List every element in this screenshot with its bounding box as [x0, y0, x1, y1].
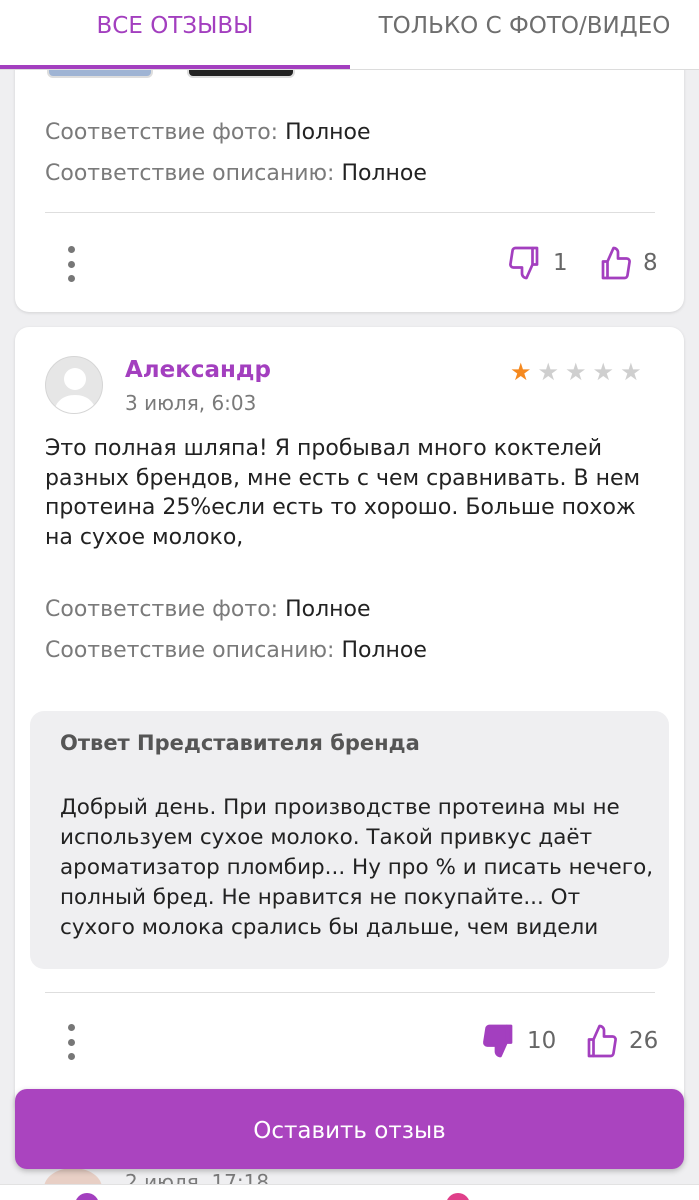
description-match-label: Соответствие описанию: [45, 161, 335, 186]
description-match-value: Полное [341, 638, 427, 663]
photo-match-row: Соответствие фото: Полное [45, 597, 371, 622]
description-match-label: Соответствие описанию: [45, 638, 335, 663]
description-match-row: Соответствие описанию: Полное [45, 161, 427, 186]
active-tab-indicator [0, 65, 350, 69]
photo-match-label: Соответствие фото: [45, 120, 279, 145]
user-placeholder-icon [54, 368, 96, 413]
photo-match-row: Соответствие фото: Полное [45, 120, 371, 145]
review-card: Соответствие фото: Полное Соответствие о… [15, 30, 684, 312]
more-options-icon[interactable] [63, 246, 79, 282]
description-match-value: Полное [341, 161, 427, 186]
more-options-icon[interactable] [63, 1024, 79, 1060]
description-match-row: Соответствие описанию: Полное [45, 638, 427, 663]
home-icon[interactable] [75, 1193, 99, 1200]
favorites-icon[interactable] [446, 1193, 470, 1200]
review-text: Это полная шляпа! Я пробывал много кокте… [45, 436, 641, 550]
tab-photo-video-reviews[interactable]: Только с фото/видео [350, 0, 699, 68]
avatar [45, 356, 103, 414]
like-button[interactable]: 8 [597, 244, 658, 282]
thumbs-up-icon [601, 246, 631, 280]
like-button[interactable]: 26 [583, 1022, 658, 1060]
star-empty-icon: ★ [537, 358, 560, 386]
dislike-button[interactable]: 1 [507, 244, 568, 282]
review-photo-thumbnail[interactable] [187, 70, 295, 78]
like-count: 8 [643, 250, 658, 276]
star-filled-icon: ★ [510, 358, 532, 386]
review-photo-thumbnail[interactable] [47, 70, 153, 78]
brand-reply-text: Добрый день. При производстве протеина м… [60, 795, 654, 940]
dislike-button[interactable]: 10 [481, 1022, 556, 1060]
tab-all-reviews[interactable]: Все отзывы [0, 0, 350, 68]
reviews-tab-bar: Все отзывы Только с фото/видео [0, 0, 699, 70]
photo-match-value: Полное [285, 597, 371, 622]
divider [45, 212, 655, 213]
star-empty-icon: ★ [592, 358, 615, 386]
photo-match-value: Полное [285, 120, 371, 145]
dislike-count: 10 [527, 1028, 557, 1054]
star-empty-icon: ★ [620, 358, 642, 386]
thumbs-up-icon [587, 1024, 617, 1058]
dislike-count: 1 [553, 250, 568, 276]
thumbs-down-icon [509, 246, 539, 280]
star-empty-icon: ★ [565, 358, 587, 386]
rating-stars: ★ ★ ★ ★ ★ [510, 360, 642, 384]
like-count: 26 [629, 1028, 659, 1054]
brand-reply-title: Ответ Представителя бренда [60, 731, 420, 755]
photo-match-label: Соответствие фото: [45, 597, 279, 622]
bottom-navigation-bar [0, 1184, 699, 1200]
thumbs-down-icon [483, 1024, 513, 1058]
divider [45, 992, 655, 993]
review-date: 3 июля, 6:03 [125, 391, 257, 415]
review-author[interactable]: Александр [125, 357, 271, 383]
brand-reply: Ответ Представителя бренда Добрый день. … [30, 711, 669, 969]
leave-review-button[interactable]: Оставить отзыв [15, 1089, 684, 1169]
review-card: Александр 3 июля, 6:03 ★ ★ ★ ★ ★ Это полная … [15, 327, 684, 1117]
